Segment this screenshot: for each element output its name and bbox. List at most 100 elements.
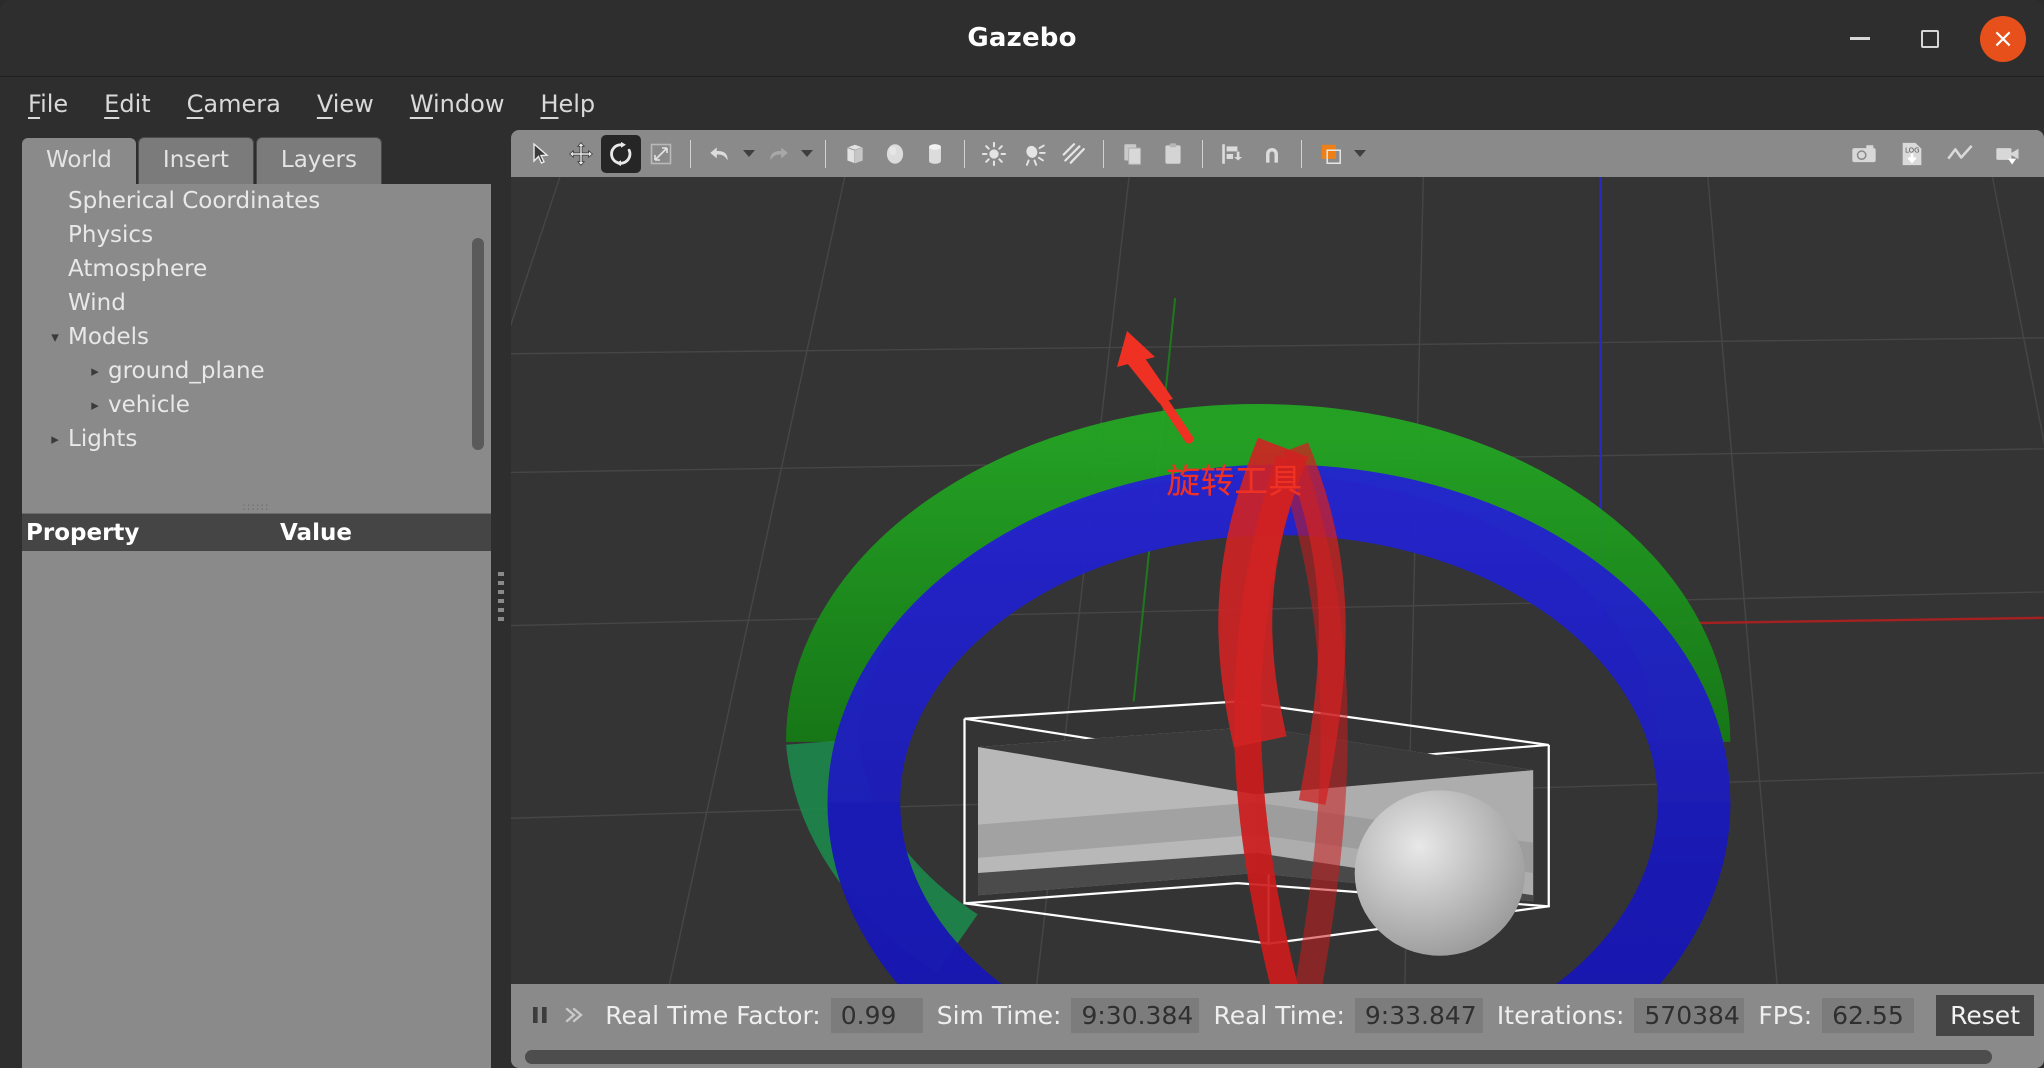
pause-icon[interactable] bbox=[523, 995, 557, 1035]
status-bar: Real Time Factor: 0.99 Sim Time: 9:30.38… bbox=[511, 984, 2044, 1046]
tree-item-spherical-coordinates[interactable]: ▸ Spherical Coordinates bbox=[22, 184, 491, 218]
maximize-button[interactable] bbox=[1910, 19, 1950, 59]
redo-icon[interactable] bbox=[758, 135, 798, 173]
label-sim-time: Sim Time: bbox=[936, 1000, 1062, 1030]
splitter-grip-icon: ∷∷∷ bbox=[243, 500, 271, 514]
label-real-time: Real Time: bbox=[1213, 1000, 1345, 1030]
tree-item-label: vehicle bbox=[108, 392, 190, 418]
caret-right-icon[interactable]: ▸ bbox=[44, 430, 66, 448]
select-mode-icon[interactable] bbox=[521, 135, 561, 173]
toolbar-right-group: LOG bbox=[1844, 135, 2028, 173]
splitter-grip-icon bbox=[498, 572, 505, 626]
column-header-property: Property bbox=[26, 519, 140, 546]
box-icon[interactable] bbox=[835, 135, 875, 173]
caret-icon: ▸ bbox=[44, 294, 66, 312]
tree-scrollbar[interactable] bbox=[472, 238, 485, 450]
label-fps: FPS: bbox=[1758, 1000, 1813, 1030]
value-real-time-factor: 0.99 bbox=[830, 997, 923, 1033]
tree-item-lights[interactable]: ▸ Lights bbox=[22, 422, 491, 456]
record-video-icon[interactable] bbox=[1988, 135, 2028, 173]
panel-splitter-horizontal[interactable]: ∷∷∷ bbox=[22, 500, 492, 514]
align-icon[interactable] bbox=[1212, 135, 1252, 173]
reset-button[interactable]: Reset bbox=[1936, 994, 2034, 1036]
redo-dropdown-icon[interactable] bbox=[798, 135, 816, 173]
value-fps: 62.55 bbox=[1822, 997, 1915, 1033]
tab-insert[interactable]: Insert bbox=[137, 137, 254, 184]
tab-layers[interactable]: Layers bbox=[255, 137, 382, 184]
log-icon[interactable]: LOG bbox=[1892, 135, 1932, 173]
caret-right-icon[interactable]: ▸ bbox=[84, 362, 106, 380]
3d-viewport[interactable]: 旋转工具 bbox=[511, 177, 2044, 984]
menu-view[interactable]: View bbox=[303, 84, 388, 124]
tree-item-label: Lights bbox=[68, 426, 138, 452]
menu-edit[interactable]: Edit bbox=[90, 84, 164, 124]
label-iterations: Iterations: bbox=[1496, 1000, 1625, 1030]
caret-icon: ▸ bbox=[44, 192, 66, 210]
label-real-time-factor: Real Time Factor: bbox=[605, 1000, 821, 1030]
tree-item-models[interactable]: ▾ Models bbox=[22, 320, 491, 354]
status-scrollbar[interactable] bbox=[525, 1050, 1993, 1064]
point-light-icon[interactable] bbox=[974, 135, 1014, 173]
svg-text:LOG: LOG bbox=[1905, 146, 1920, 154]
cylinder-icon[interactable] bbox=[915, 135, 955, 173]
caret-down-icon[interactable]: ▾ bbox=[44, 328, 66, 346]
paste-icon[interactable] bbox=[1153, 135, 1193, 173]
screenshot-icon[interactable] bbox=[1844, 135, 1884, 173]
menu-help[interactable]: Help bbox=[526, 84, 609, 124]
view-layers-icon[interactable] bbox=[1311, 135, 1351, 173]
panel-tabs: World Insert Layers bbox=[22, 137, 491, 184]
caret-icon: ▸ bbox=[44, 226, 66, 244]
undo-icon[interactable] bbox=[700, 135, 740, 173]
view-layers-dropdown-icon[interactable] bbox=[1351, 135, 1369, 173]
tree-item-label: Atmosphere bbox=[68, 256, 208, 282]
plot-icon[interactable] bbox=[1940, 135, 1980, 173]
snap-icon[interactable] bbox=[1252, 135, 1292, 173]
translate-mode-icon[interactable] bbox=[561, 135, 601, 173]
tree-item-label: Models bbox=[68, 324, 150, 350]
property-table-body bbox=[22, 551, 492, 1068]
main-body: World Insert Layers ▸ Spherical Coordina… bbox=[0, 130, 2044, 1068]
scale-mode-icon[interactable] bbox=[641, 135, 681, 173]
world-tree: ▸ Spherical Coordinates ▸ Physics ▸ Atmo… bbox=[22, 184, 492, 501]
toolbar-separator bbox=[1202, 139, 1204, 168]
menu-file[interactable]: File bbox=[14, 84, 82, 124]
tree-item-ground-plane[interactable]: ▸ ground_plane bbox=[22, 354, 491, 388]
value-real-time: 9:33.847 bbox=[1354, 997, 1483, 1033]
value-iterations: 570384 bbox=[1634, 997, 1745, 1033]
toolbar-separator bbox=[690, 139, 692, 168]
status-scroll-area bbox=[511, 1046, 2044, 1068]
copy-icon[interactable] bbox=[1113, 135, 1153, 173]
menu-window[interactable]: Window bbox=[396, 84, 519, 124]
property-table-header: Property Value bbox=[22, 513, 492, 551]
tab-world[interactable]: World bbox=[22, 138, 136, 184]
minimize-button[interactable] bbox=[1840, 19, 1880, 59]
title-bar: Gazebo × bbox=[0, 0, 2044, 77]
panel-splitter-vertical[interactable] bbox=[491, 130, 512, 1068]
tree-item-physics[interactable]: ▸ Physics bbox=[22, 218, 491, 252]
spot-light-icon[interactable] bbox=[1014, 135, 1054, 173]
toolbar-separator bbox=[825, 139, 827, 168]
scene-render bbox=[511, 177, 2044, 984]
scene-toolbar: LOG bbox=[511, 130, 2044, 177]
tree-item-label: Wind bbox=[68, 290, 126, 316]
close-button[interactable]: × bbox=[1980, 15, 2026, 62]
value-sim-time: 9:30.384 bbox=[1071, 997, 1200, 1033]
toolbar-separator bbox=[1301, 139, 1303, 168]
tree-item-label: Spherical Coordinates bbox=[68, 188, 321, 214]
tree-item-vehicle[interactable]: ▸ vehicle bbox=[22, 388, 491, 422]
caret-icon: ▸ bbox=[44, 260, 66, 278]
caret-right-icon[interactable]: ▸ bbox=[84, 396, 106, 414]
tree-item-wind[interactable]: ▸ Wind bbox=[22, 286, 491, 320]
gazebo-window: Gazebo × File Edit Camera View Window He… bbox=[0, 0, 2044, 1068]
window-controls: × bbox=[1840, 0, 2026, 77]
step-forward-icon[interactable] bbox=[557, 995, 591, 1035]
window-title: Gazebo bbox=[967, 23, 1077, 53]
tree-item-atmosphere[interactable]: ▸ Atmosphere bbox=[22, 252, 491, 286]
directional-light-icon[interactable] bbox=[1054, 135, 1094, 173]
toolbar-separator bbox=[1103, 139, 1105, 168]
sphere-icon[interactable] bbox=[875, 135, 915, 173]
undo-dropdown-icon[interactable] bbox=[740, 135, 758, 173]
left-panel: World Insert Layers ▸ Spherical Coordina… bbox=[0, 130, 492, 1068]
menu-camera[interactable]: Camera bbox=[173, 84, 295, 124]
rotate-mode-icon[interactable] bbox=[601, 134, 642, 173]
